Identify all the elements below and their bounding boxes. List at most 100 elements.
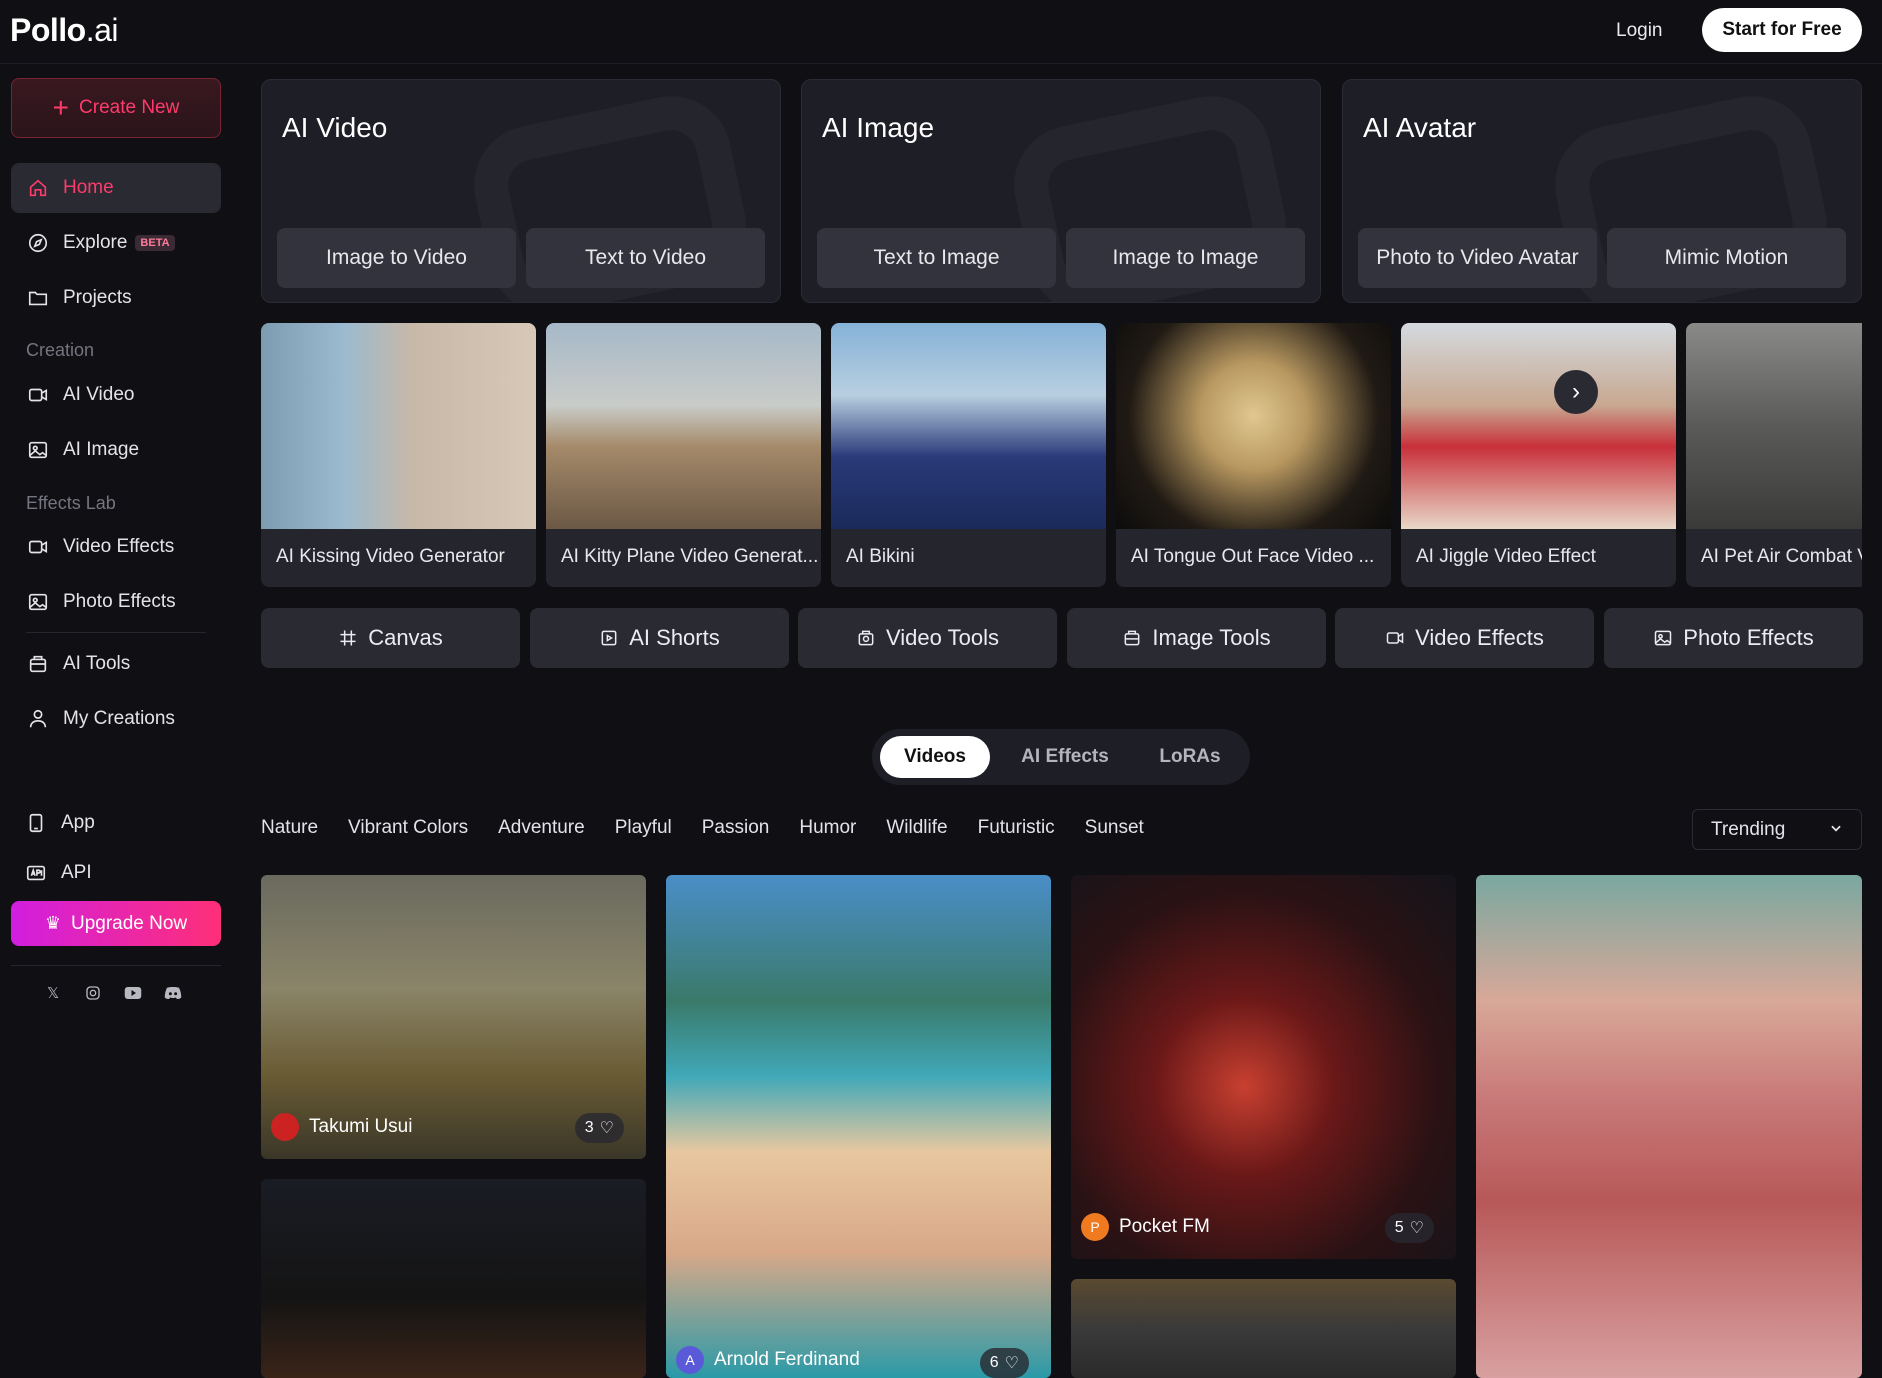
create-new-label: Create New	[79, 97, 180, 118]
carousel-next-button[interactable]: ›	[1554, 370, 1598, 414]
content-tabs: Videos AI Effects LoRAs	[872, 729, 1250, 785]
image-to-image-button[interactable]: Image to Image	[1066, 228, 1305, 288]
carousel-card[interactable]: AI Kissing Video Generator	[261, 323, 536, 587]
tab-ai-effects[interactable]: AI Effects	[990, 736, 1140, 778]
sidebar-item-label: Photo Effects	[63, 591, 176, 612]
tab-loras[interactable]: LoRAs	[1140, 736, 1240, 778]
sidebar-item-label: AI Image	[63, 439, 140, 460]
like-button[interactable]: 6 ♡	[979, 1348, 1029, 1378]
chevron-right-icon: ›	[1572, 378, 1580, 405]
sidebar-item-label: AI Video	[63, 384, 135, 405]
tool-label: Canvas	[368, 625, 443, 650]
sidebar-item-api[interactable]: API	[11, 848, 221, 898]
tool-label: Image Tools	[1152, 625, 1271, 650]
gallery-card[interactable]: A Arnold Ferdinand 6 ♡	[666, 875, 1051, 1378]
avatar	[271, 1113, 299, 1141]
carousel-card[interactable]: AI Tongue Out Face Video ...	[1116, 323, 1391, 587]
photo-to-video-avatar-button[interactable]: Photo to Video Avatar	[1358, 228, 1597, 288]
canvas-button[interactable]: Canvas	[261, 608, 520, 668]
filter-sunset[interactable]: Sunset	[1085, 817, 1144, 839]
sidebar-divider	[11, 965, 221, 966]
carousel-card[interactable]: AI Bikini	[831, 323, 1106, 587]
carousel-caption: AI Bikini	[846, 546, 915, 567]
shorts-icon	[601, 630, 617, 646]
category-card-ai-video: AI Video Image to Video Text to Video	[261, 79, 781, 303]
mimic-motion-button[interactable]: Mimic Motion	[1607, 228, 1846, 288]
home-icon	[27, 177, 49, 199]
start-for-free-button[interactable]: Start for Free	[1702, 8, 1862, 52]
like-count: 6	[989, 1354, 999, 1371]
text-to-image-button[interactable]: Text to Image	[817, 228, 1056, 288]
carousel-card[interactable]: AI Pet Air Combat V	[1686, 323, 1862, 587]
filter-vibrant-colors[interactable]: Vibrant Colors	[348, 817, 468, 839]
like-button[interactable]: 5 ♡	[1384, 1213, 1434, 1243]
x-twitter-icon[interactable]: 𝕏	[44, 984, 62, 1002]
instagram-icon[interactable]	[84, 984, 102, 1002]
ai-shorts-button[interactable]: AI Shorts	[530, 608, 789, 668]
tool-label: Photo Effects	[1683, 625, 1814, 650]
sidebar-item-ai-image[interactable]: AI Image	[11, 425, 221, 475]
filter-futuristic[interactable]: Futuristic	[978, 817, 1055, 839]
carousel-caption: AI Tongue Out Face Video ...	[1131, 546, 1375, 567]
gallery-card[interactable]	[1476, 875, 1862, 1378]
phone-icon	[25, 812, 47, 834]
sidebar-item-label: App	[61, 812, 95, 833]
carousel-card[interactable]: AI Kitty Plane Video Generat...	[546, 323, 821, 587]
sort-dropdown[interactable]: Trending	[1692, 809, 1862, 850]
filter-wildlife[interactable]: Wildlife	[886, 817, 947, 839]
plus-icon: +	[52, 92, 70, 123]
filter-playful[interactable]: Playful	[615, 817, 672, 839]
filter-chips: Nature Vibrant Colors Adventure Playful …	[261, 817, 1144, 839]
carousel-caption: AI Jiggle Video Effect	[1416, 546, 1596, 567]
heart-icon: ♡	[1004, 1355, 1019, 1372]
filter-humor[interactable]: Humor	[799, 817, 856, 839]
filter-passion[interactable]: Passion	[702, 817, 770, 839]
sidebar-item-explore[interactable]: Explore BETA	[11, 218, 221, 268]
text-to-video-button[interactable]: Text to Video	[526, 228, 765, 288]
crown-icon: ♛	[44, 913, 61, 933]
sort-value: Trending	[1711, 818, 1786, 840]
carousel-card[interactable]: AI Jiggle Video Effect	[1401, 323, 1676, 587]
sidebar-item-app[interactable]: App	[11, 798, 221, 848]
video-tools-button[interactable]: Video Tools	[798, 608, 1057, 668]
tab-videos[interactable]: Videos	[880, 736, 990, 778]
sidebar-item-label: My Creations	[63, 708, 175, 729]
image-to-video-button[interactable]: Image to Video	[277, 228, 516, 288]
gallery-card[interactable]: Takumi Usui 3 ♡	[261, 875, 646, 1159]
sidebar-item-ai-tools[interactable]: AI Tools	[11, 639, 221, 689]
filter-nature[interactable]: Nature	[261, 817, 318, 839]
logo[interactable]: Pollo.ai	[10, 12, 119, 49]
sidebar-item-label: Home	[63, 177, 114, 198]
author: P Pocket FM	[1081, 1213, 1210, 1241]
effects-carousel: AI Kissing Video Generator AI Kitty Plan…	[261, 323, 1862, 587]
sidebar-item-home[interactable]: Home	[11, 163, 221, 213]
video-effects-icon	[1386, 632, 1404, 644]
toolbox-icon	[27, 653, 49, 675]
create-new-button[interactable]: + Create New	[11, 78, 221, 138]
sidebar-item-my-creations[interactable]: My Creations	[11, 694, 221, 744]
upgrade-now-button[interactable]: ♛ Upgrade Now	[11, 901, 221, 946]
filter-adventure[interactable]: Adventure	[498, 817, 585, 839]
category-title: AI Video	[282, 112, 388, 143]
carousel-thumbnail	[1401, 323, 1676, 529]
carousel-caption: AI Pet Air Combat V	[1701, 546, 1862, 567]
section-label-effects-lab: Effects Lab	[26, 493, 116, 513]
login-link[interactable]: Login	[1616, 20, 1663, 42]
sidebar-item-projects[interactable]: Projects	[11, 273, 221, 323]
sidebar-item-photo-effects[interactable]: Photo Effects	[11, 577, 221, 627]
image-tools-button[interactable]: Image Tools	[1067, 608, 1326, 668]
photo-effects-button[interactable]: Photo Effects	[1604, 608, 1863, 668]
tool-label: Video Tools	[886, 625, 999, 650]
discord-icon[interactable]	[164, 984, 182, 1002]
like-button[interactable]: 3 ♡	[574, 1113, 624, 1143]
gallery-card[interactable]	[261, 1179, 646, 1378]
gallery-card[interactable]	[1071, 1279, 1456, 1378]
gallery-card[interactable]: P Pocket FM 5 ♡	[1071, 875, 1456, 1259]
sidebar-item-video-effects[interactable]: Video Effects	[11, 522, 221, 572]
youtube-icon[interactable]	[124, 984, 142, 1002]
logo-suffix: .ai	[85, 12, 119, 48]
sidebar-item-ai-video[interactable]: AI Video	[11, 370, 221, 420]
video-effects-button[interactable]: Video Effects	[1335, 608, 1594, 668]
top-bar: Pollo.ai Login Start for Free	[0, 0, 1882, 64]
author-name: Pocket FM	[1119, 1216, 1210, 1237]
